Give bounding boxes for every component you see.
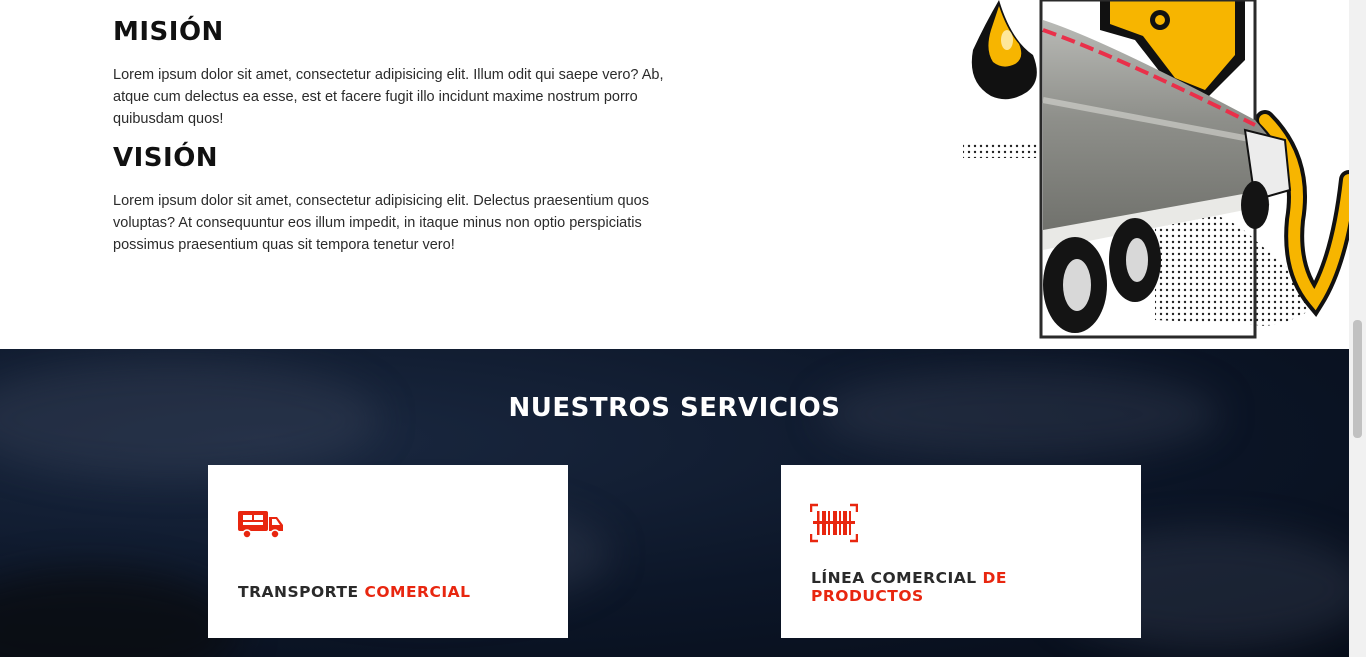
service-title-main: TRANSPORTE <box>238 583 359 601</box>
services-section: NUESTROS SERVICIOS TRANSPORTE COMERCIAL <box>0 349 1349 657</box>
service-card-transporte[interactable]: TRANSPORTE COMERCIAL <box>208 465 568 638</box>
service-card-title: TRANSPORTE COMERCIAL <box>238 583 538 601</box>
service-card-linea-comercial[interactable]: LÍNEA COMERCIAL DE PRODUCTOS <box>781 465 1141 638</box>
about-text-block: MISIÓN Lorem ipsum dolor sit amet, conse… <box>113 14 673 256</box>
tanker-truck-illustration <box>963 0 1349 339</box>
truck-icon <box>238 511 283 539</box>
mission-title: MISIÓN <box>113 17 224 47</box>
vision-text: Lorem ipsum dolor sit amet, consectetur … <box>113 193 649 253</box>
about-section: MISIÓN Lorem ipsum dolor sit amet, conse… <box>0 0 1349 349</box>
service-card-title: LÍNEA COMERCIAL DE PRODUCTOS <box>811 569 1111 605</box>
scrollbar-thumb[interactable] <box>1353 320 1362 438</box>
service-title-main: LÍNEA COMERCIAL <box>811 569 977 587</box>
service-title-accent: COMERCIAL <box>364 583 471 601</box>
vision-title: VISIÓN <box>113 143 219 173</box>
page-scrollbar[interactable] <box>1349 0 1366 657</box>
mission-text: Lorem ipsum dolor sit amet, consectetur … <box>113 67 664 127</box>
barcode-scan-icon <box>810 503 858 543</box>
services-title: NUESTROS SERVICIOS <box>508 393 841 423</box>
